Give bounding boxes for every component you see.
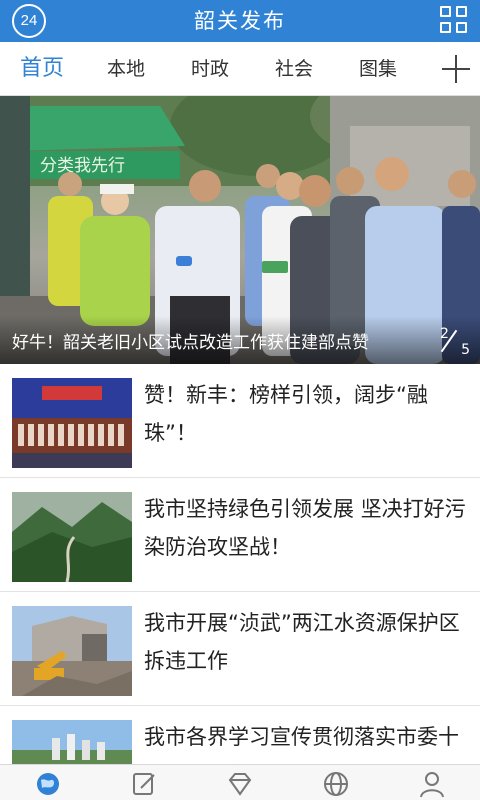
globe-icon[interactable]: [321, 770, 351, 798]
tab-local[interactable]: 本地: [96, 42, 156, 96]
news-item[interactable]: 我市开展“浈武”两江水资源保护区拆违工作: [0, 592, 480, 706]
category-tabs: 首页 本地 时政 社会 图集: [0, 42, 480, 96]
bottom-nav: [0, 764, 480, 800]
grid-icon[interactable]: [440, 6, 468, 34]
top-bar: 24 韶关发布: [0, 0, 480, 42]
tab-gallery[interactable]: 图集: [348, 42, 408, 96]
tent-sign-text: 分类我先行: [40, 156, 125, 176]
news-title: 赞！新丰：榜样引领，阔步“融珠”！: [144, 383, 428, 445]
news-item[interactable]: 赞！新丰：榜样引领，阔步“融珠”！: [0, 364, 480, 478]
user-icon[interactable]: [417, 770, 447, 798]
diamond-icon[interactable]: [225, 770, 255, 798]
news-title: 我市坚持绿色引领发展 坚决打好污染防治攻坚战！: [144, 497, 466, 559]
globe-pin-icon[interactable]: [33, 770, 63, 798]
plus-icon[interactable]: [442, 55, 470, 83]
banner-carousel[interactable]: 分类我先行 好牛！韶关老旧小区试点改造工作获住建部点赞 2 5: [0, 96, 480, 364]
tab-home[interactable]: 首页: [8, 42, 76, 96]
news-thumbnail: [12, 378, 132, 468]
news-thumbnail: [12, 606, 132, 696]
tab-society[interactable]: 社会: [264, 42, 324, 96]
tab-politics[interactable]: 时政: [180, 42, 240, 96]
edit-icon[interactable]: [129, 770, 159, 798]
news-thumbnail: [12, 492, 132, 582]
app-title: 韶关发布: [194, 9, 286, 33]
news-title: 我市开展“浈武”两江水资源保护区拆违工作: [144, 611, 460, 673]
banner-pager: 2 5: [440, 326, 472, 358]
banner-caption[interactable]: 好牛！韶关老旧小区试点改造工作获住建部点赞: [12, 328, 369, 353]
pager-total: 5: [461, 342, 470, 358]
news-item[interactable]: 我市坚持绿色引领发展 坚决打好污染防治攻坚战！: [0, 478, 480, 592]
